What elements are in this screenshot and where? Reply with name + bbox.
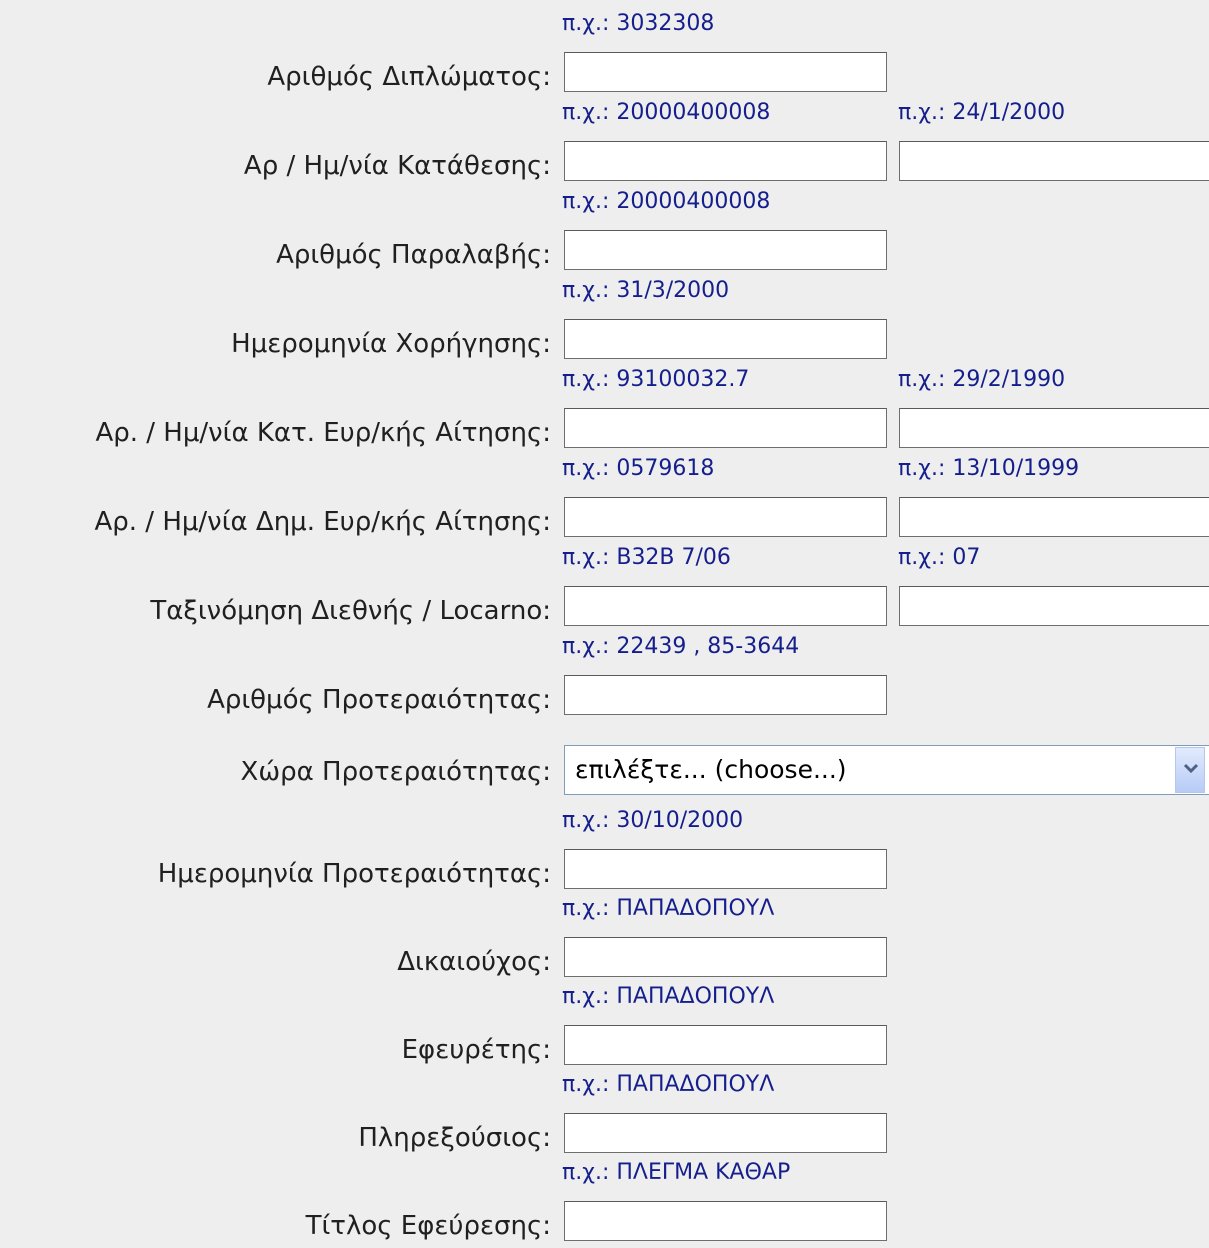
label-invention-title: Τίτλος Εφεύρεσης: — [305, 1211, 551, 1241]
label-receipt-number: Αριθμός Παραλαβής: — [276, 240, 551, 270]
priority-date-input[interactable] — [564, 849, 887, 889]
hint-priority-number: π.χ.: 22439 , 85-3644 — [562, 634, 800, 659]
hint-euro-publication-number: π.χ.: 0579618 — [562, 456, 715, 481]
row-patent-number: π.χ.: 3032308 Αριθμός Διπλώματος: — [0, 10, 1209, 99]
label-priority-number: Αριθμός Προτεραιότητας: — [207, 685, 551, 715]
hint-euro-publication-date: π.χ.: 13/10/1999 — [898, 456, 1080, 481]
row-filing-number-date: π.χ.: 20000400008 π.χ.: 24/1/2000 Αρ / Η… — [0, 99, 1209, 188]
owner-input[interactable] — [564, 937, 887, 977]
hint-filing-date: π.χ.: 24/1/2000 — [898, 100, 1066, 125]
label-inventor: Εφευρέτης: — [401, 1035, 551, 1065]
inventor-input[interactable] — [564, 1025, 887, 1065]
priority-country-selected-value: επιλέξτε... (choose...) — [575, 755, 847, 784]
label-patent-number: Αριθμός Διπλώματος: — [267, 62, 551, 92]
hint-patent-number: π.χ.: 3032308 — [562, 11, 715, 36]
label-euro-publication: Αρ. / Ημ/νία Δημ. Ευρ/κής Αίτησης: — [94, 507, 551, 537]
row-priority-number: π.χ.: 22439 , 85-3644 Αριθμός Προτεραιότ… — [0, 633, 1209, 722]
attorney-input[interactable] — [564, 1113, 887, 1153]
row-euro-publication: π.χ.: 0579618 π.χ.: 13/10/1999 Αρ. / Ημ/… — [0, 455, 1209, 544]
euro-filing-number-input[interactable] — [564, 408, 887, 448]
hint-locarno-class: π.χ.: 07 — [898, 545, 981, 570]
label-priority-country: Χώρα Προτεραιότητας: — [240, 757, 551, 787]
label-grant-date: Ημερομηνία Χορήγησης: — [231, 329, 551, 359]
hint-euro-filing-date: π.χ.: 29/2/1990 — [898, 367, 1066, 392]
locarno-class-input[interactable] — [899, 586, 1209, 626]
label-attorney: Πληρεξούσιος: — [358, 1123, 551, 1153]
euro-publication-date-input[interactable] — [899, 497, 1209, 537]
row-classification: π.χ.: B32B 7/06 π.χ.: 07 Ταξινόμηση Διεθ… — [0, 544, 1209, 633]
hint-priority-date: π.χ.: 30/10/2000 — [562, 808, 744, 833]
hint-international-class: π.χ.: B32B 7/06 — [562, 545, 731, 570]
hint-invention-title: π.χ.: ΠΛΕΓΜΑ ΚΑΘΑΡ — [562, 1160, 791, 1185]
receipt-number-input[interactable] — [564, 230, 887, 270]
row-priority-date: π.χ.: 30/10/2000 Ημερομηνία Προτεραιότητ… — [0, 807, 1209, 896]
label-owner: Δικαιούχος: — [397, 947, 551, 977]
hint-owner: π.χ.: ΠΑΠΑΔΟΠΟΥΛ — [562, 896, 775, 921]
priority-country-select[interactable]: επιλέξτε... (choose...) — [564, 745, 1209, 795]
hint-attorney: π.χ.: ΠΑΠΑΔΟΠΟΥΛ — [562, 1072, 775, 1097]
hint-inventor: π.χ.: ΠΑΠΑΔΟΠΟΥΛ — [562, 984, 775, 1009]
chevron-down-icon[interactable] — [1175, 747, 1205, 793]
label-priority-date: Ημερομηνία Προτεραιότητας: — [157, 859, 551, 889]
hint-euro-filing-number: π.χ.: 93100032.7 — [562, 367, 750, 392]
hint-filing-number: π.χ.: 20000400008 — [562, 100, 771, 125]
international-class-input[interactable] — [564, 586, 887, 626]
hint-grant-date: π.χ.: 31/3/2000 — [562, 278, 730, 303]
row-receipt-number: π.χ.: 20000400008 Αριθμός Παραλαβής: — [0, 188, 1209, 277]
filing-number-input[interactable] — [564, 141, 887, 181]
euro-filing-date-input[interactable] — [899, 408, 1209, 448]
row-invention-title: π.χ.: ΠΛΕΓΜΑ ΚΑΘΑΡ Τίτλος Εφεύρεσης: — [0, 1159, 1209, 1248]
row-grant-date: π.χ.: 31/3/2000 Ημερομηνία Χορήγησης: — [0, 277, 1209, 366]
label-filing-number-date: Αρ / Ημ/νία Κατάθεσης: — [243, 151, 551, 181]
euro-publication-number-input[interactable] — [564, 497, 887, 537]
grant-date-input[interactable] — [564, 319, 887, 359]
label-euro-filing: Αρ. / Ημ/νία Κατ. Ευρ/κής Αίτησης: — [95, 418, 551, 448]
row-inventor: π.χ.: ΠΑΠΑΔΟΠΟΥΛ Εφευρέτης: — [0, 983, 1209, 1072]
priority-number-input[interactable] — [564, 675, 887, 715]
patent-number-input[interactable] — [564, 52, 887, 92]
filing-date-input[interactable] — [899, 141, 1209, 181]
row-attorney: π.χ.: ΠΑΠΑΔΟΠΟΥΛ Πληρεξούσιος: — [0, 1071, 1209, 1160]
hint-receipt-number: π.χ.: 20000400008 — [562, 189, 771, 214]
row-owner: π.χ.: ΠΑΠΑΔΟΠΟΥΛ Δικαιούχος: — [0, 895, 1209, 984]
label-classification: Ταξινόμηση Διεθνής / Locarno: — [150, 596, 551, 626]
patent-search-form: π.χ.: 3032308 Αριθμός Διπλώματος: π.χ.: … — [0, 0, 1209, 1241]
invention-title-input[interactable] — [564, 1201, 887, 1241]
row-euro-filing: π.χ.: 93100032.7 π.χ.: 29/2/1990 Αρ. / Η… — [0, 366, 1209, 455]
